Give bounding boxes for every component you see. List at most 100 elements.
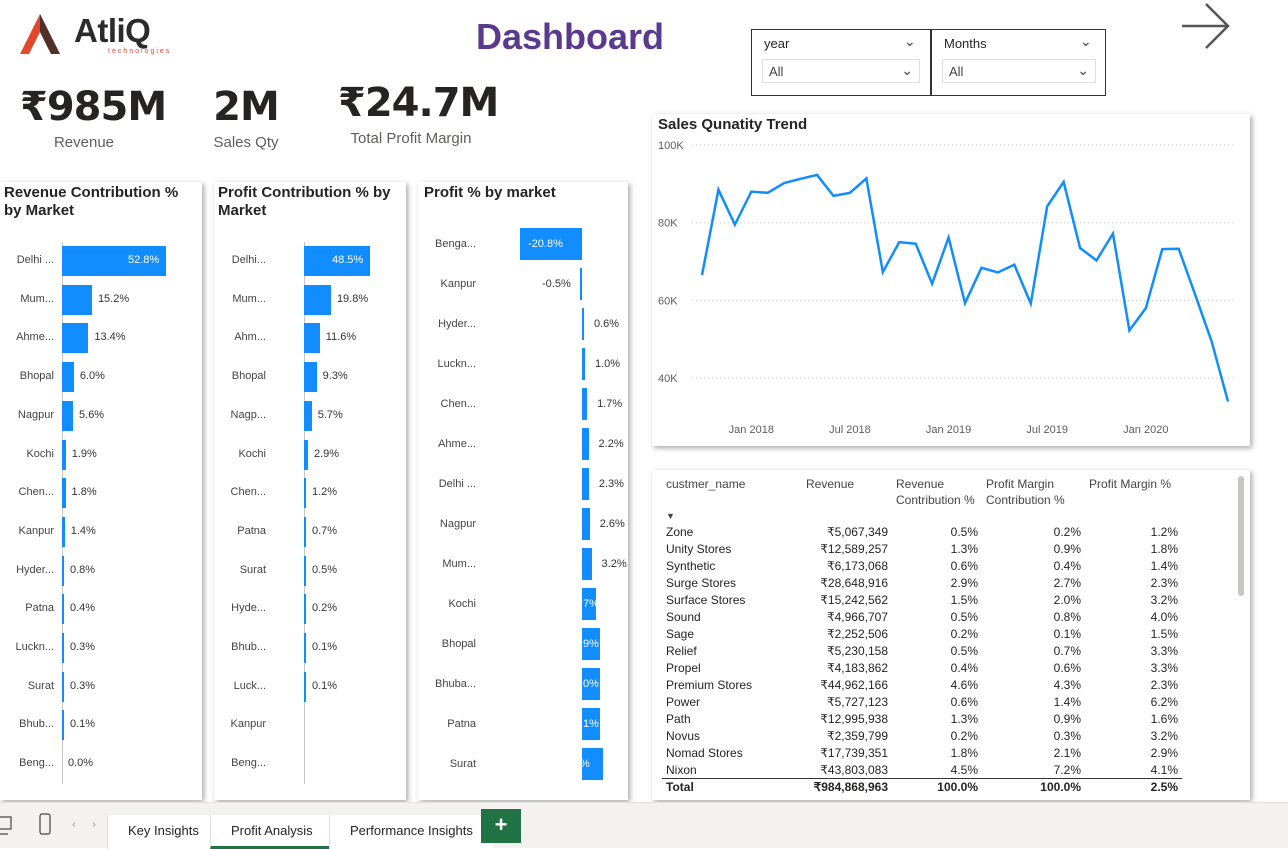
bar[interactable]: [62, 710, 64, 741]
bar[interactable]: [582, 428, 589, 460]
bar[interactable]: [304, 671, 306, 702]
chevron-right-icon[interactable]: ›: [92, 817, 96, 831]
year-dropdown[interactable]: All ⌄: [762, 59, 920, 83]
data-label: 3.2%: [601, 558, 627, 570]
bar[interactable]: [62, 439, 66, 470]
bar-label: Delhi...: [231, 254, 266, 266]
x-tick-label: Jan 2019: [926, 424, 971, 436]
sort-desc-icon[interactable]: ▼: [666, 508, 798, 524]
table-row[interactable]: Zone ₹5,067,349 0.5% 0.2% 1.2%: [662, 524, 1182, 541]
bar[interactable]: [62, 555, 64, 586]
bar[interactable]: [304, 594, 306, 625]
year-slicer[interactable]: year ⌄ All ⌄: [751, 29, 931, 96]
bar[interactable]: [304, 633, 306, 663]
table-row[interactable]: Unity Stores ₹12,589,257 1.3% 0.9% 1.8%: [662, 541, 1182, 558]
table-row[interactable]: Power ₹5,727,123 0.6% 1.4% 6.2%: [662, 694, 1182, 711]
bar-label: Beng...: [19, 757, 54, 770]
data-label: 0.8%: [70, 563, 96, 576]
bar[interactable]: [62, 594, 64, 625]
arrow-right-icon[interactable]: [1180, 0, 1232, 52]
x-tick-label: Jul 2019: [1026, 424, 1068, 436]
chevron-down-icon: ⌄: [901, 62, 913, 78]
col-header-profit-margin-pct[interactable]: Profit Margin %: [1085, 476, 1182, 524]
bar[interactable]: [304, 439, 308, 470]
table-row[interactable]: Sage ₹2,252,506 0.2% 0.1% 1.5%: [662, 626, 1182, 643]
data-label: 1.7%: [597, 398, 623, 410]
bar[interactable]: [582, 348, 585, 380]
table-header-row: custmer_name ▼ Revenue Revenue Contributi…: [662, 476, 1182, 524]
table-row[interactable]: Sound ₹4,966,707 0.5% 0.8% 4.0%: [662, 609, 1182, 626]
kpi-label: Total Profit Margin: [350, 130, 472, 147]
bar[interactable]: [62, 478, 66, 509]
bar[interactable]: [62, 516, 65, 547]
table-row[interactable]: Premium Stores ₹44,962,166 4.6% 4.3% 2.3%: [662, 677, 1182, 694]
bar[interactable]: [582, 388, 588, 420]
bar[interactable]: [62, 671, 64, 702]
x-tick-label: Jul 2018: [829, 424, 871, 436]
table-row[interactable]: Synthetic ₹6,173,068 0.6% 0.4% 1.4%: [662, 558, 1182, 575]
tab-profit-analysis[interactable]: Profit Analysis: [210, 815, 333, 849]
chevron-left-icon[interactable]: ‹: [72, 817, 76, 831]
table-row[interactable]: Path ₹12,995,938 1.3% 0.9% 1.6%: [662, 711, 1182, 728]
bar[interactable]: [62, 284, 92, 315]
bar[interactable]: [62, 362, 74, 393]
table-row[interactable]: Nixon ₹43,803,083 4.5% 7.2% 4.1%: [662, 762, 1182, 779]
bar[interactable]: [582, 508, 590, 540]
series-line[interactable]: [700, 173, 1230, 402]
bar[interactable]: [304, 362, 317, 393]
bar[interactable]: [582, 468, 589, 500]
tab-performance-insights[interactable]: Performance Insights: [329, 815, 493, 849]
data-label: 2.6%: [599, 518, 625, 530]
bar[interactable]: [582, 548, 592, 580]
chart-title: Revenue Contribution % by Market: [4, 184, 179, 219]
table-cell: 0.9%: [1053, 542, 1081, 556]
bar[interactable]: [62, 633, 64, 663]
bar[interactable]: [304, 400, 312, 431]
bar[interactable]: [582, 308, 584, 340]
bar[interactable]: [304, 478, 306, 509]
bar[interactable]: [304, 284, 331, 315]
table-cell: 0.6%: [950, 559, 978, 573]
table-cell: ₹5,727,123: [826, 695, 888, 709]
col-header-customer[interactable]: custmer_name ▼: [662, 476, 802, 524]
table-cell: 0.4%: [950, 661, 978, 675]
table-cell: Path: [666, 712, 691, 726]
bar-label: Kanpur: [230, 718, 266, 731]
table-cell: 0.8%: [1053, 610, 1081, 624]
table-row[interactable]: Surface Stores ₹15,242,562 1.5% 2.0% 3.2%: [662, 592, 1182, 609]
bar[interactable]: [304, 555, 306, 586]
add-page-button[interactable]: +: [481, 809, 521, 843]
line-chart-svg: 100K 80K 60K 40K Jan 2018 Jul 2018 Jan 2019 Jul…: [658, 140, 1236, 436]
bar-label: Bhopal: [231, 370, 266, 383]
chevron-down-icon[interactable]: ⌄: [1080, 33, 1092, 50]
col-header-profit-margin-contribution[interactable]: Profit Margin Contribution %: [982, 476, 1085, 524]
bar[interactable]: [304, 323, 320, 354]
table-cell: 0.5%: [950, 644, 978, 658]
table-cell: 0.9%: [1053, 712, 1081, 726]
col-header-revenue-contribution[interactable]: Revenue Contribution %: [892, 476, 982, 524]
table-cell: 1.5%: [950, 593, 978, 607]
table-row[interactable]: Relief ₹5,230,158 0.5% 0.7% 3.3%: [662, 643, 1182, 660]
table-cell: ₹44,962,166: [820, 678, 888, 692]
table-cell: 3.2%: [1150, 729, 1178, 743]
table-row[interactable]: Propel ₹4,183,862 0.4% 0.6% 3.3%: [662, 660, 1182, 677]
months-slicer[interactable]: Months ⌄ All ⌄: [931, 29, 1106, 96]
chevron-down-icon[interactable]: ⌄: [904, 33, 916, 50]
table-scrollbar[interactable]: [1238, 476, 1244, 596]
col-header-revenue[interactable]: Revenue: [802, 476, 892, 524]
chevron-down-icon: ⌄: [1077, 62, 1089, 78]
mobile-view-icon[interactable]: [38, 813, 52, 835]
table-cell: ₹2,252,506: [826, 627, 888, 641]
months-dropdown[interactable]: All ⌄: [942, 59, 1096, 83]
data-label: %: [580, 758, 590, 770]
bar[interactable]: [304, 516, 306, 547]
table-row[interactable]: Surge Stores ₹28,648,916 2.9% 2.7% 2.3%: [662, 575, 1182, 592]
desktop-view-icon[interactable]: [0, 815, 14, 837]
bar[interactable]: [62, 400, 74, 431]
bar[interactable]: [62, 323, 89, 354]
bar-label: Bhub...: [19, 718, 54, 731]
table-row[interactable]: Nomad Stores ₹17,739,351 1.8% 2.1% 2.9%: [662, 745, 1182, 762]
bar[interactable]: [580, 268, 582, 300]
table-row[interactable]: Novus ₹2,359,799 0.2% 0.3% 3.2%: [662, 728, 1182, 745]
tab-key-insights[interactable]: Key Insights: [107, 815, 219, 849]
